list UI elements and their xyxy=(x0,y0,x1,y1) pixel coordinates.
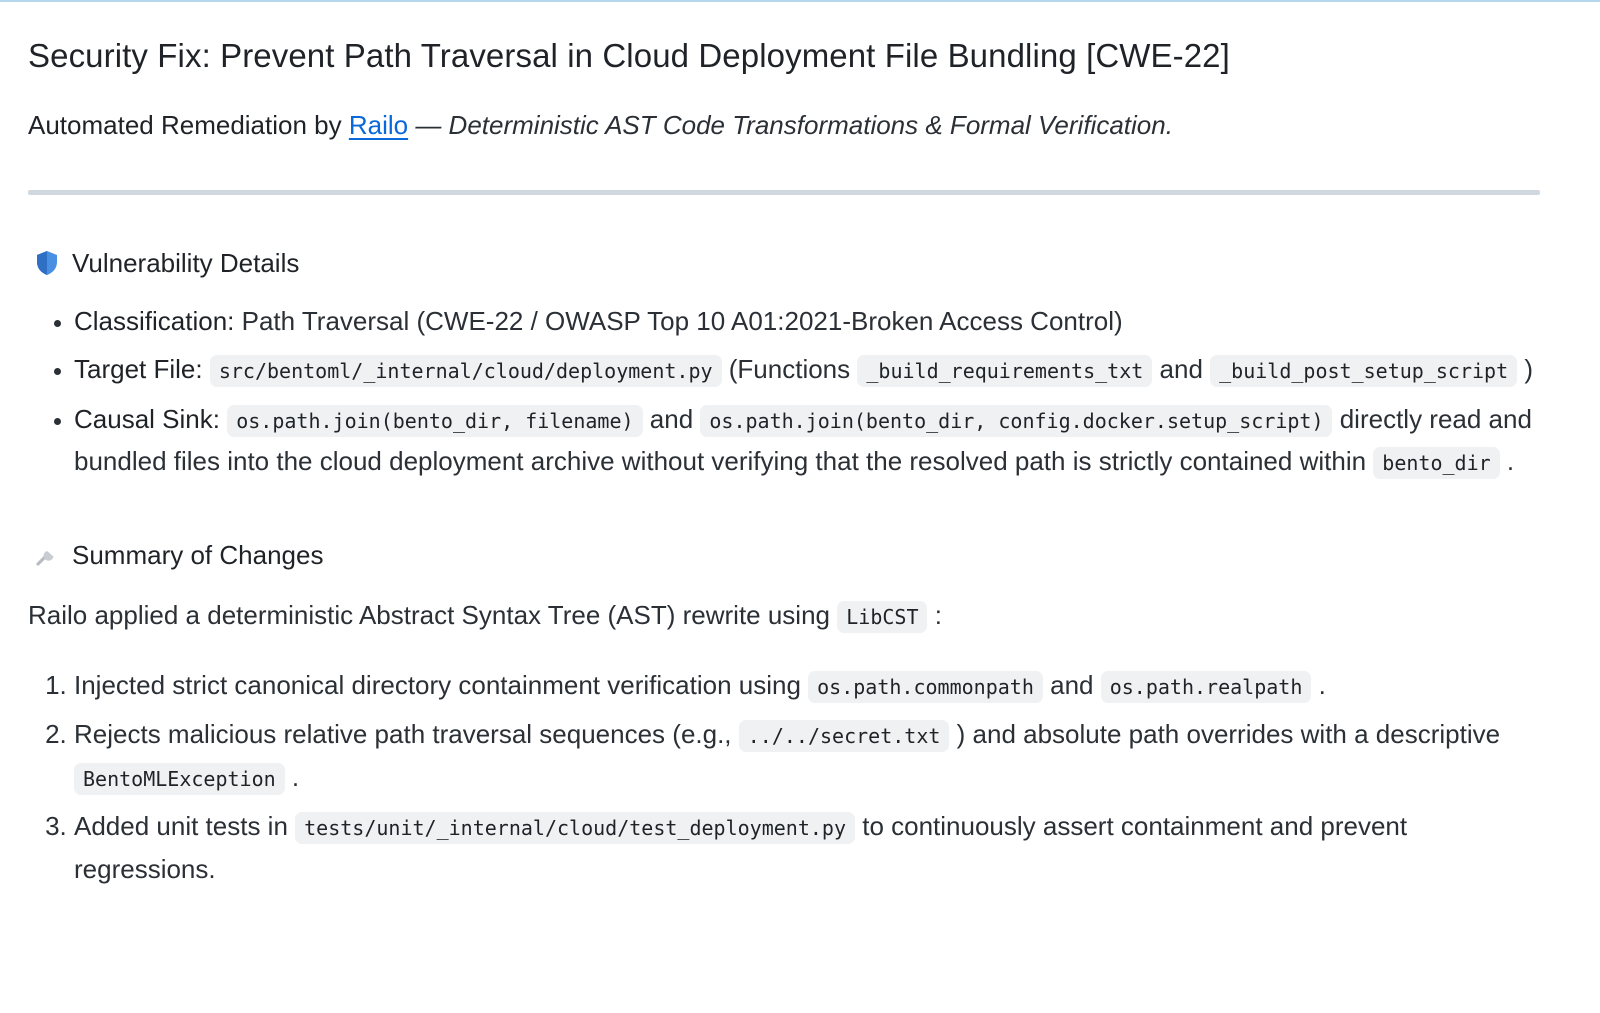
change-2-text-1: Rejects malicious relative path traversa… xyxy=(74,719,739,749)
change-1-text-2: and xyxy=(1042,670,1101,700)
vulnerability-heading: Vulnerability Details xyxy=(28,241,1540,285)
subtitle-prefix: Automated Remediation by xyxy=(28,110,349,140)
railo-link[interactable]: Railo xyxy=(349,110,408,140)
classification-label: Classification: xyxy=(74,306,235,336)
list-item-causal-sink: Causal Sink: os.path.join(bento_dir, fil… xyxy=(74,399,1540,483)
changes-list: Injected strict canonical directory cont… xyxy=(28,665,1540,890)
causal-sink-text-3: . xyxy=(1499,446,1515,476)
test-file-code: tests/unit/_internal/cloud/test_deployme… xyxy=(295,812,855,844)
function-name-post-setup: _build_post_setup_script xyxy=(1210,355,1518,387)
change-1-text-3: . xyxy=(1311,670,1326,700)
target-file-text-2: and xyxy=(1152,354,1211,384)
change-item-1: Injected strict canonical directory cont… xyxy=(74,665,1540,708)
page-title: Security Fix: Prevent Path Traversal in … xyxy=(28,37,1230,74)
top-border xyxy=(0,0,1600,2)
vulnerability-list: Classification: Path Traversal (CWE-22 /… xyxy=(28,301,1540,483)
intro-text: Railo applied a deterministic Abstract S… xyxy=(28,600,838,630)
sink-code-setup-script: os.path.join(bento_dir, config.docker.se… xyxy=(700,405,1333,437)
shield-icon xyxy=(32,248,62,278)
classification-text: Path Traversal (CWE-22 / OWASP Top 10 A0… xyxy=(234,306,1123,336)
commonpath-code: os.path.commonpath xyxy=(808,671,1043,703)
change-item-3: Added unit tests in tests/unit/_internal… xyxy=(74,806,1540,890)
sink-code-filename: os.path.join(bento_dir, filename) xyxy=(227,405,643,437)
target-file-text-1: (Functions xyxy=(721,354,858,384)
intro-end: : xyxy=(927,600,942,630)
causal-sink-label: Causal Sink: xyxy=(74,404,220,434)
target-file-label: Target File: xyxy=(74,354,203,384)
list-item-target-file: Target File: src/bentoml/_internal/cloud… xyxy=(74,349,1540,391)
subtitle-tagline: — Deterministic AST Code Transformations… xyxy=(408,110,1173,140)
exception-code: BentoMLException xyxy=(74,763,285,795)
markdown-body: Security Fix: Prevent Path Traversal in … xyxy=(28,34,1540,896)
traversal-example-code: ../../secret.txt xyxy=(738,720,950,752)
change-1-text-1: Injected strict canonical directory cont… xyxy=(74,670,809,700)
changes-intro: Railo applied a deterministic Abstract S… xyxy=(28,595,1540,637)
target-file-text-3: ) xyxy=(1517,354,1534,384)
list-item-classification: Classification: Path Traversal (CWE-22 /… xyxy=(74,301,1540,341)
realpath-code: os.path.realpath xyxy=(1100,671,1312,703)
wrench-icon xyxy=(32,540,62,570)
vulnerability-heading-text: Vulnerability Details xyxy=(72,247,300,278)
changes-heading: Summary of Changes xyxy=(28,533,1540,577)
causal-sink-text-1: and xyxy=(642,404,701,434)
change-2-text-2: ) and absolute path overrides with a des… xyxy=(949,719,1501,749)
change-item-2: Rejects malicious relative path traversa… xyxy=(74,714,1540,800)
bento-dir-code: bento_dir xyxy=(1373,447,1500,479)
target-file-path: src/bentoml/_internal/cloud/deployment.p… xyxy=(209,355,722,387)
function-name-requirements: _build_requirements_txt xyxy=(857,355,1153,387)
subtitle: Automated Remediation by Railo — Determi… xyxy=(28,105,1540,145)
change-2-text-3: . xyxy=(284,762,300,792)
libcst-code: LibCST xyxy=(837,601,928,633)
change-3-text-1: Added unit tests in xyxy=(74,811,296,841)
horizontal-rule xyxy=(28,190,1540,195)
changes-heading-text: Summary of Changes xyxy=(72,539,324,570)
